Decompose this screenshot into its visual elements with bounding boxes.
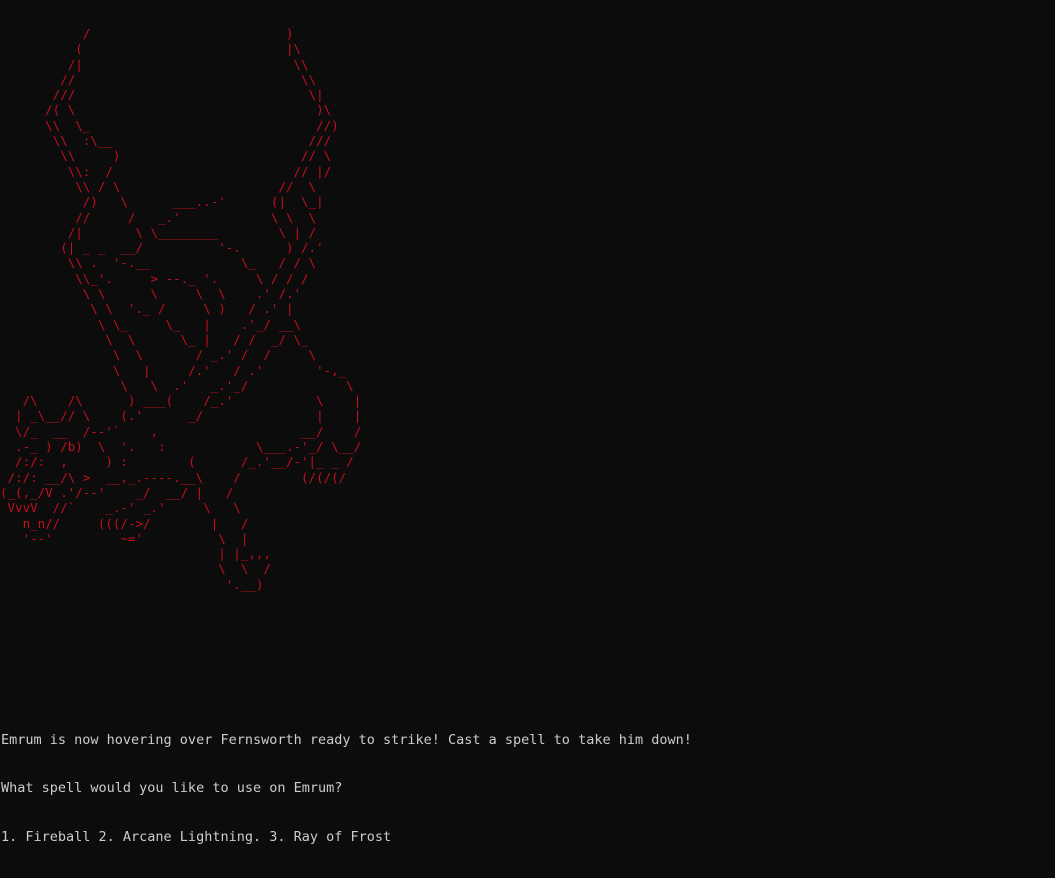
console-line-spell-options: 1. Fireball 2. Arcane Lightning. 3. Ray … [1,829,392,846]
dragon-ascii-art: / ) ( |\ /| \\ // \\ /// \| /(\)\ \\ \… [0,26,362,592]
console-line-narration: Emrum is now hovering over Fernsworth re… [1,731,692,748]
console-window[interactable]: / ) ( |\ /| \\ // \\ /// \| /(\)\ \\ \… [0,0,1055,845]
console-input-line[interactable] [1,750,9,766]
console-output: Emrum is now hovering over Fernsworth re… [1,699,692,878]
console-line-prompt: What spell would you like to use on Emru… [1,780,343,797]
